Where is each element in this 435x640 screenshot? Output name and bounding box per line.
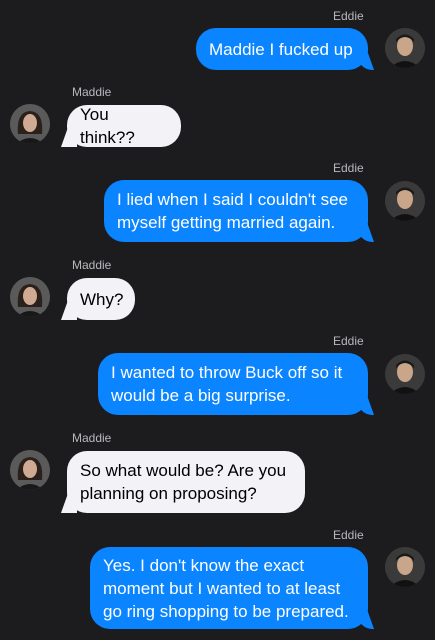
sender-name: Maddie xyxy=(72,431,112,445)
incoming-message-bubble[interactable]: So what would be? Are you planning on pr… xyxy=(67,451,305,513)
maddie-avatar-icon[interactable] xyxy=(10,450,50,490)
outgoing-message-bubble[interactable]: I wanted to throw Buck off so it would b… xyxy=(98,353,368,415)
sender-name: Maddie xyxy=(72,85,112,99)
eddie-avatar-icon[interactable] xyxy=(385,547,425,587)
incoming-message-bubble[interactable]: Why? xyxy=(67,278,135,320)
sender-name: Maddie xyxy=(72,258,112,272)
outgoing-message-bubble[interactable]: Yes. I don't know the exact moment but I… xyxy=(90,547,368,629)
eddie-avatar-icon[interactable] xyxy=(385,181,425,221)
eddie-avatar-icon[interactable] xyxy=(385,28,425,68)
incoming-message-bubble[interactable]: You think?? xyxy=(67,105,181,147)
maddie-avatar-icon[interactable] xyxy=(10,277,50,317)
eddie-avatar-icon[interactable] xyxy=(385,354,425,394)
sender-name: Eddie xyxy=(333,161,364,175)
sender-name: Eddie xyxy=(333,528,364,542)
outgoing-message-bubble[interactable]: I lied when I said I couldn't see myself… xyxy=(104,180,368,242)
sender-name: Eddie xyxy=(333,9,364,23)
sender-name: Eddie xyxy=(333,334,364,348)
outgoing-message-bubble[interactable]: Maddie I fucked up xyxy=(196,28,368,70)
maddie-avatar-icon[interactable] xyxy=(10,104,50,144)
